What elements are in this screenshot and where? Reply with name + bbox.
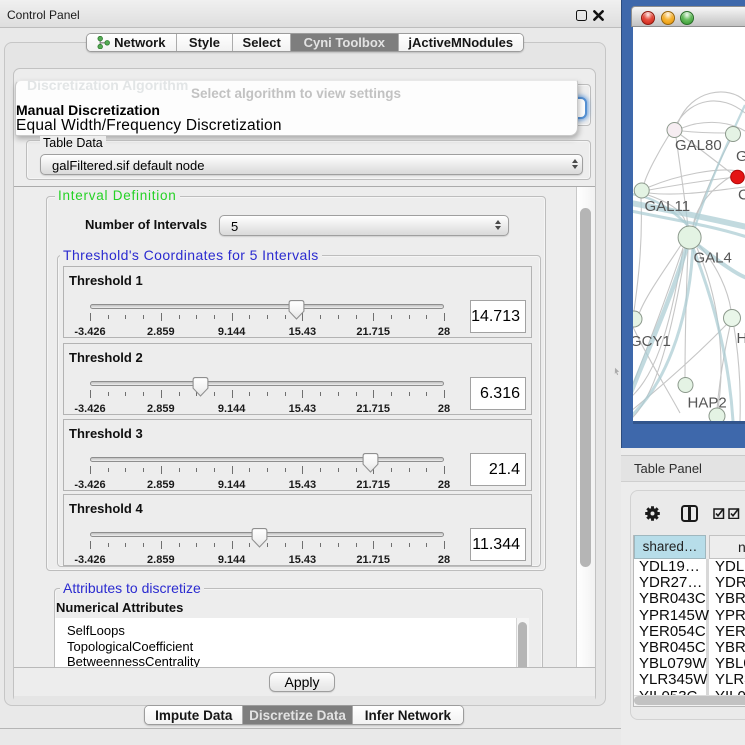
svg-text:HAP2: HAP2 (688, 395, 727, 412)
svg-text:GAL80: GAL80 (675, 137, 722, 154)
svg-text:GA: GA (736, 148, 745, 165)
svg-text:C: C (738, 187, 745, 204)
svg-text:GAL4: GAL4 (694, 250, 732, 267)
svg-text:GCY1: GCY1 (633, 333, 671, 350)
svg-text:HA: HA (737, 330, 745, 347)
svg-text:GAL11: GAL11 (645, 198, 691, 215)
